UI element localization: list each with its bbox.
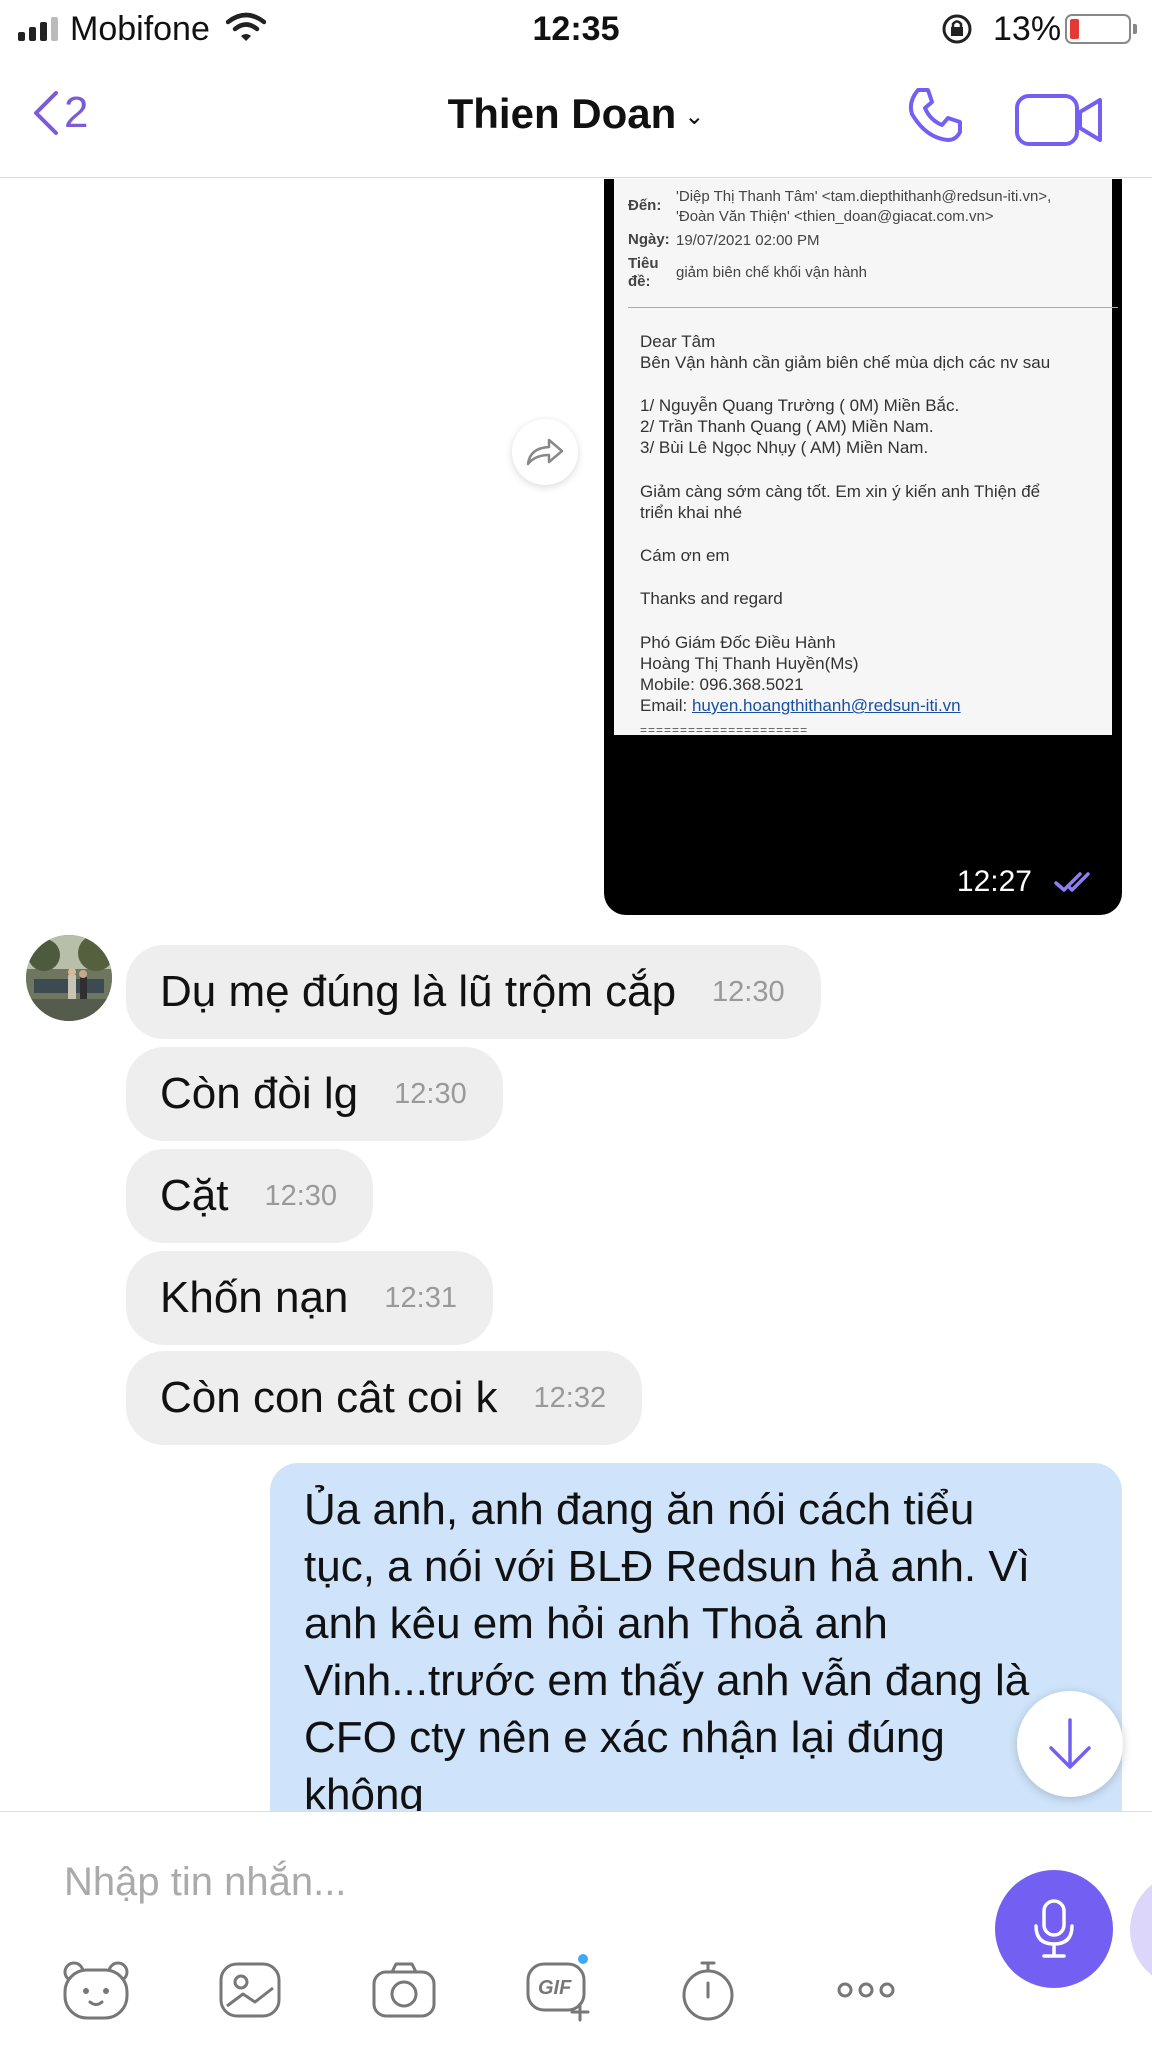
incoming-message[interactable]: Còn con cât coi k 12:32: [126, 1351, 643, 1445]
email-address-line: Email: huyen.hoangthithanh@redsun-iti.vn: [640, 696, 961, 715]
avatar-photo: [26, 935, 112, 1021]
incoming-message[interactable]: Còn đòi lg 12:30: [126, 1047, 503, 1141]
email-to-row: Đến:'Diệp Thị Thanh Tâm' <tam.diepthitha…: [628, 188, 1052, 225]
scroll-to-bottom-button[interactable]: [1017, 1691, 1123, 1797]
rotation-lock-icon: [942, 14, 972, 44]
incoming-message[interactable]: Khốn nạn 12:31: [126, 1251, 493, 1345]
arrow-down-icon: [1049, 1718, 1091, 1769]
share-icon: [526, 438, 564, 466]
microphone-icon: [1034, 1899, 1074, 1958]
battery-icon: [1065, 14, 1137, 44]
svg-text:GIF: GIF: [538, 1977, 572, 1999]
camera-icon: [372, 1962, 436, 2018]
composer-toolbar: GIF: [0, 1950, 980, 2030]
timer-icon: [682, 1961, 734, 2021]
contact-name: Thien Doan: [447, 90, 677, 137]
message-time: 12:27: [956, 865, 1032, 898]
gallery-icon: [219, 1962, 281, 2018]
gif-button[interactable]: GIF: [520, 1950, 600, 2030]
timer-button[interactable]: [668, 1950, 748, 2030]
chat-messages[interactable]: Đến:'Diệp Thị Thanh Tâm' <tam.diepthitha…: [0, 179, 1152, 1811]
status-time: 12:35: [532, 10, 620, 48]
email-screenshot: Đến:'Diệp Thị Thanh Tâm' <tam.diepthitha…: [614, 179, 1118, 737]
video-camera-icon[interactable]: [1014, 92, 1104, 148]
voice-message-button[interactable]: [995, 1870, 1113, 1988]
chevron-down-icon: ⌄: [684, 103, 705, 131]
sticker-icon: [63, 1961, 129, 2020]
outgoing-message[interactable]: Ủa anh, anh đang ăn nói cách tiểu tục, a…: [270, 1463, 1122, 1811]
gif-icon: GIF: [526, 1962, 590, 2022]
incoming-message[interactable]: Dụ mẹ đúng là lũ trộm cắp 12:30: [126, 945, 821, 1039]
new-indicator-dot: [578, 1954, 588, 1964]
email-subject-row: Tiêu đề:giảm biên chế khối vận hành: [628, 255, 867, 290]
image-message[interactable]: Đến:'Diệp Thị Thanh Tâm' <tam.diepthitha…: [604, 179, 1122, 915]
incoming-message[interactable]: Cặt 12:30: [126, 1149, 374, 1243]
avatar[interactable]: [26, 935, 112, 1021]
message-input[interactable]: [64, 1852, 964, 1912]
contact-name-button[interactable]: Thien Doan ⌄: [0, 90, 1152, 138]
more-options-button[interactable]: [826, 1950, 906, 2030]
divider: [628, 307, 1118, 308]
email-date-row: Ngày: 19/07/2021 02:00 PM: [628, 231, 820, 249]
gallery-button[interactable]: [210, 1950, 290, 2030]
phone-icon[interactable]: [904, 84, 966, 146]
status-bar: Mobifone 12:35 13%: [0, 0, 1152, 58]
read-receipt-icon: [1054, 872, 1090, 892]
camera-button[interactable]: [364, 1950, 444, 2030]
chat-header: 2 Thien Doan ⌄: [0, 58, 1152, 178]
battery-percent: 13%: [993, 10, 1062, 48]
forward-button[interactable]: [512, 419, 578, 485]
more-icon: [837, 1982, 895, 1998]
sticker-button[interactable]: [56, 1950, 136, 2030]
